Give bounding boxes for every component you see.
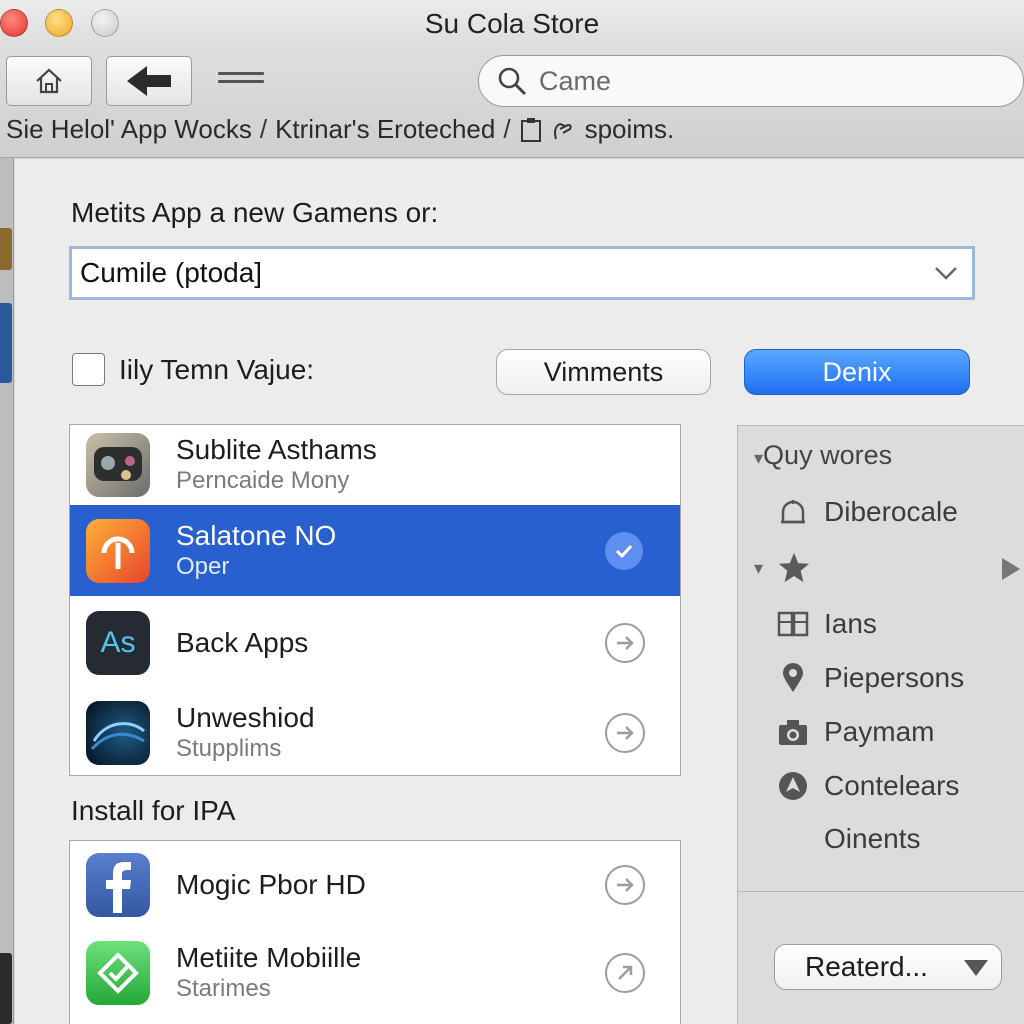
- sidebar-item-label: Contelears: [824, 770, 960, 801]
- section-title: Install for IPA: [71, 795, 236, 826]
- list-item[interactable]: Mogic Pbor HD: [70, 841, 680, 929]
- sidebar-item-label: Piepersons: [824, 662, 965, 693]
- arrow-right-circle-icon[interactable]: [605, 623, 645, 663]
- app-name: Unweshiod: [176, 702, 315, 733]
- search-field[interactable]: [478, 55, 1024, 107]
- sidebar-divider: [738, 891, 1024, 892]
- option-checkbox-row[interactable]: Iily Temn Vajue:: [72, 353, 314, 386]
- breadcrumb-item[interactable]: spoims.: [585, 114, 675, 145]
- breadcrumb-separator: /: [259, 114, 268, 144]
- strip-thumbnail: [0, 953, 12, 1024]
- list-item[interactable]: Unweshiod Stupplims: [70, 690, 680, 775]
- install-list: Mogic Pbor HD Metiite Mobiille Starimes: [69, 840, 681, 1024]
- sidebar-item-label: Diberocale: [824, 496, 958, 527]
- app-subtitle: Oper: [176, 552, 230, 580]
- window-title: Su Cola Store: [424, 8, 600, 39]
- sidebar-header[interactable]: ▾Quy wores: [754, 440, 892, 471]
- app-subtitle: Starimes: [176, 975, 271, 1002]
- primary-button[interactable]: Denix: [744, 349, 970, 395]
- chevron-down-icon[interactable]: [932, 259, 960, 287]
- strip-thumbnail: [0, 228, 12, 270]
- disclosure-right-icon[interactable]: [1000, 556, 1022, 582]
- back-button[interactable]: [106, 56, 192, 106]
- list-item-text: Metiite Mobiille Starimes: [176, 942, 361, 1004]
- star-icon: [777, 551, 811, 585]
- triangle-down-icon: [964, 960, 988, 976]
- bell-icon: [776, 495, 810, 529]
- sidebar-item-label: Ians: [824, 608, 877, 639]
- pin-icon: [776, 661, 810, 695]
- app-subtitle: Stupplims: [176, 735, 282, 762]
- list-item-text: Back Apps: [176, 627, 308, 659]
- list-item-selected[interactable]: Salatone NO Oper: [70, 505, 680, 596]
- back-arrow-icon: [127, 66, 171, 96]
- arrow-right-circle-icon[interactable]: [605, 713, 645, 753]
- sidebar-item-oinents[interactable]: Oinents: [824, 823, 921, 855]
- home-icon: [36, 68, 62, 94]
- list-item[interactable]: As Back Apps: [70, 596, 680, 690]
- app-combo-box[interactable]: Cumile (ptoda]: [69, 246, 975, 300]
- breadcrumb-item[interactable]: Sie Helol' App Wocks: [6, 114, 252, 145]
- book-icon: [776, 607, 810, 641]
- app-name: Sublite Asthams: [176, 434, 377, 465]
- prompt-label: Metits App a new Gamens or:: [71, 197, 439, 228]
- app-name: Back Apps: [176, 627, 309, 658]
- option-checkbox[interactable]: [72, 353, 105, 386]
- list-item[interactable]: Metiite Mobiille Starimes: [70, 929, 680, 1017]
- strip-thumbnail: [0, 303, 12, 383]
- list-item-text: Salatone NO Oper: [176, 520, 336, 582]
- left-edge-strip: [0, 158, 14, 1024]
- app-name: Salatone NO: [176, 519, 337, 551]
- sort-label: Reaterd...: [805, 951, 928, 982]
- home-button[interactable]: [6, 56, 92, 106]
- app-subtitle: Perncaide Mony: [176, 467, 350, 494]
- sidebar-item-paymam[interactable]: Paymam: [776, 715, 934, 749]
- breadcrumb-item[interactable]: Ktrinar's Eroteched: [275, 114, 495, 145]
- sort-dropdown[interactable]: Reaterd...: [774, 944, 1002, 990]
- main-panel: Metits App a new Gamens or: Cumile (ptod…: [15, 159, 1024, 1024]
- app-name: Mogic Pbor HD: [176, 869, 366, 900]
- title-bar: Su Cola Store: [0, 0, 1024, 50]
- toolbar: Sie Helol' App Wocks / Ktrinar's Erotech…: [0, 50, 1024, 158]
- camera-icon: [776, 715, 810, 749]
- sidebar-item-favorites[interactable]: ▾: [754, 551, 811, 585]
- sidebar-item-label: Oinents: [824, 823, 921, 854]
- app-icon: As: [86, 611, 150, 675]
- sidebar-item-label: Paymam: [824, 716, 935, 747]
- sidebar-item-piepersons[interactable]: Piepersons: [776, 661, 964, 695]
- list-item-text: Unweshiod Stupplims: [176, 702, 315, 764]
- list-view-button[interactable]: [218, 72, 264, 86]
- disclosure-triangle-icon: ▾: [754, 557, 764, 578]
- hand-icon: [553, 122, 572, 139]
- app-icon: [86, 941, 150, 1005]
- sidebar-item-diberocale[interactable]: Diberocale: [776, 495, 958, 529]
- app-name: Metiite Mobiille: [176, 942, 362, 973]
- app-icon-monogram: As: [100, 626, 136, 659]
- checkmark-icon: [605, 531, 643, 570]
- disclosure-triangle-icon: ▾: [754, 448, 764, 468]
- sidebar-header-label: Quy wores: [763, 440, 893, 470]
- facebook-icon: [86, 853, 150, 917]
- list-item-text: Mogic Pbor HD: [176, 869, 366, 901]
- list-item-text: Sublite Asthams Perncaide Mony: [176, 434, 377, 496]
- clipboard-icon: [520, 117, 541, 142]
- app-icon: [86, 518, 150, 583]
- search-icon: [498, 67, 527, 96]
- secondary-button[interactable]: Vimments: [496, 349, 711, 395]
- app-icon: [86, 433, 150, 497]
- sidebar-item-ians[interactable]: Ians: [776, 607, 877, 641]
- checkbox-label: Iily Temn Vajue:: [119, 353, 315, 385]
- list-item[interactable]: Sublite Asthams Perncaide Mony: [70, 425, 680, 505]
- arrow-up-right-circle-icon[interactable]: [605, 953, 645, 993]
- search-input[interactable]: [539, 65, 999, 97]
- breadcrumb: Sie Helol' App Wocks / Ktrinar's Erotech…: [6, 114, 674, 145]
- app-list: Sublite Asthams Perncaide Mony Salatone …: [69, 424, 681, 776]
- sidebar-item-contelears[interactable]: Contelears: [776, 769, 959, 803]
- app-icon: [86, 701, 150, 765]
- arrow-right-circle-icon[interactable]: [605, 865, 645, 905]
- compass-icon: [776, 769, 810, 803]
- right-sidebar: ▾Quy wores Diberocale ▾ Ians Piepersons …: [737, 425, 1024, 1024]
- combo-value: Cumile (ptoda]: [80, 257, 263, 288]
- breadcrumb-separator: /: [503, 114, 511, 144]
